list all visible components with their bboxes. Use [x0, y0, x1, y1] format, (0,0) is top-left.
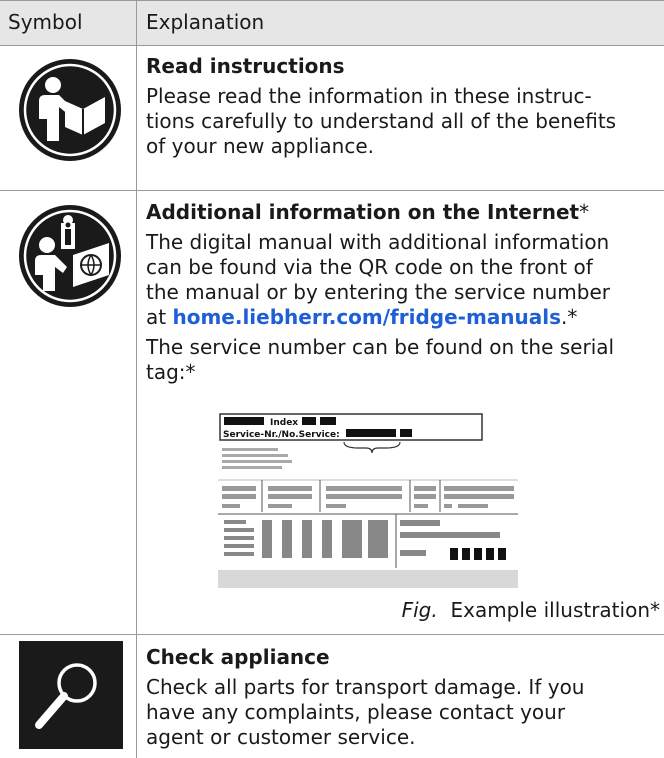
row-body-line: of your new appliance. — [146, 134, 375, 158]
row-body-line-link: at home.liebherr.com/fridge-manuals.* — [146, 305, 660, 330]
figure-caption: Fig. Example illustration* — [402, 598, 660, 622]
row-title: Check appliance — [146, 645, 330, 669]
row-body-line: The digital manual with additional infor… — [146, 230, 610, 254]
internet-information-icon — [17, 203, 123, 309]
header-symbol: Symbol — [8, 10, 83, 34]
row-title-suffix: * — [579, 200, 590, 224]
row-check-appliance: Check appliance Check all parts for tran… — [146, 645, 660, 750]
row-divider — [0, 190, 664, 191]
row-body-line: tions carefully to understand all of the… — [146, 109, 617, 133]
manuals-link[interactable]: home.liebherr.com/fridge-manuals — [172, 305, 561, 329]
row-divider — [0, 634, 664, 635]
header-explanation: Explanation — [146, 10, 265, 34]
table-header: Symbol Explanation — [0, 0, 664, 46]
tag-index-label: Index — [270, 418, 298, 428]
row-body-line: The service number can be found on the s… — [146, 335, 615, 359]
column-divider — [136, 0, 137, 758]
row-title: Additional information on the Internet — [146, 200, 580, 224]
row-body-line: can be found via the QR code on the fron… — [146, 255, 593, 279]
link-prefix: at — [146, 305, 173, 329]
row-body-line: the manual or by entering the service nu… — [146, 280, 611, 304]
tag-service-label: Service-Nr./No.Service: — [223, 430, 340, 440]
caption-text: Example illustration* — [450, 598, 660, 622]
row-body-line: Check all parts for transport damage. If… — [146, 675, 585, 699]
row-body-line: Please read the information in these ins… — [146, 84, 592, 108]
read-instructions-icon — [17, 57, 123, 163]
row-body-line: tag:* — [146, 360, 196, 384]
row-body-line: agent or customer service. — [146, 725, 416, 749]
row-read-instructions: Read instructions Please read the inform… — [146, 54, 660, 159]
link-suffix: .* — [561, 305, 578, 329]
row-additional-information: Additional information on the Internet* … — [146, 200, 660, 385]
row-title-line: Additional information on the Internet* — [146, 200, 660, 225]
serial-tag-illustration: Index Service-Nr./No.Service: — [218, 412, 518, 588]
caption-fig: Fig. — [401, 598, 438, 622]
row-body-line: have any complaints, please contact your — [146, 700, 566, 724]
row-title: Read instructions — [146, 54, 345, 78]
magnifier-icon — [19, 641, 123, 749]
